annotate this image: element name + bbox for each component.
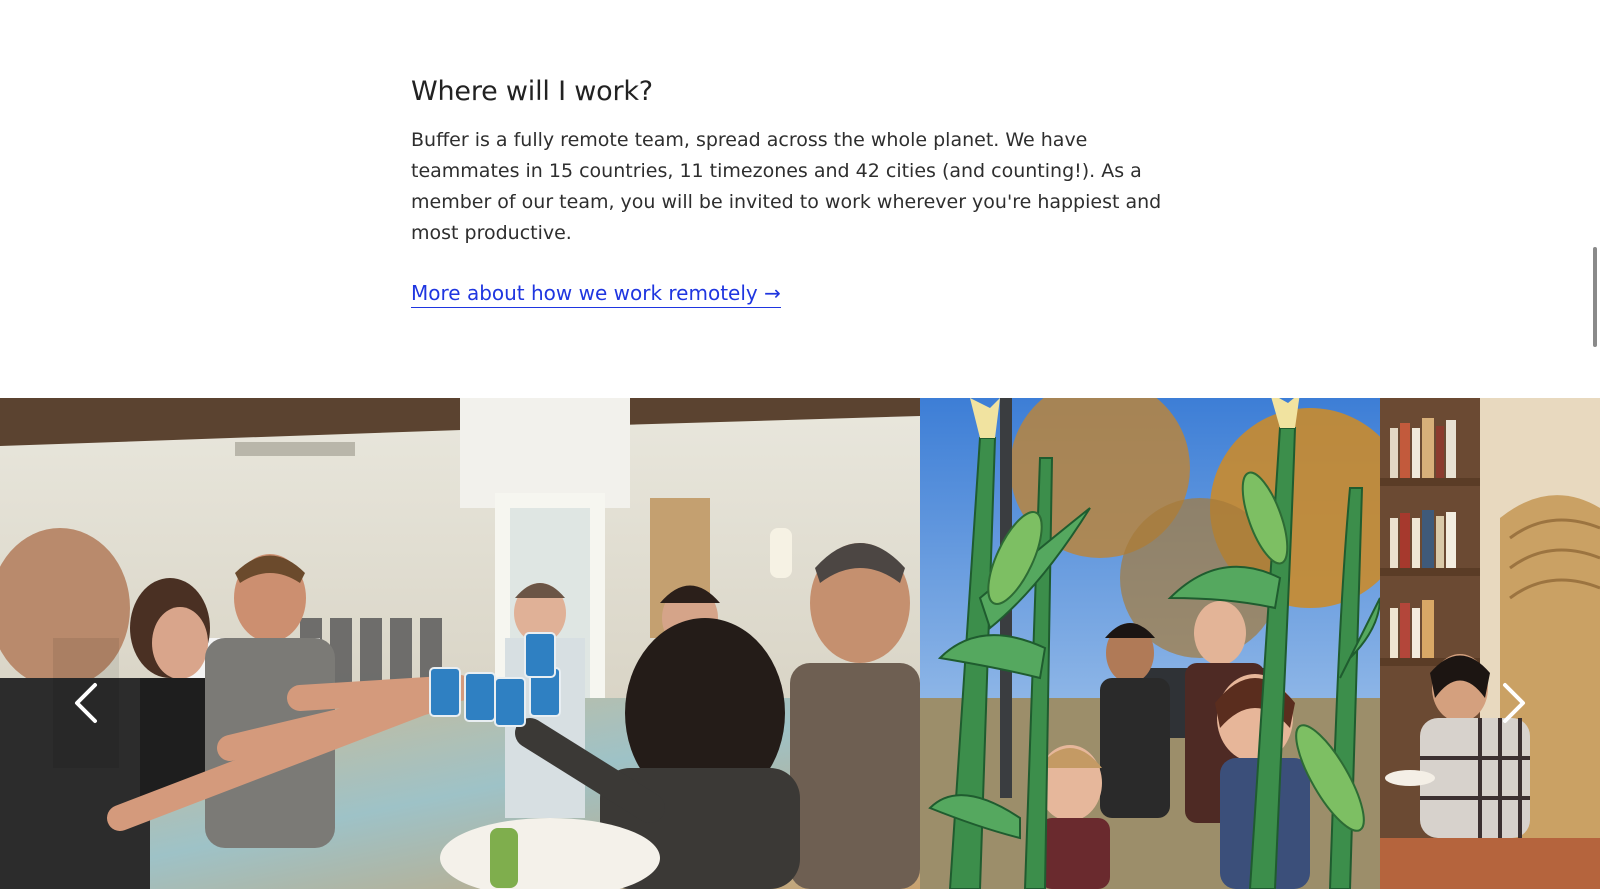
scrollbar-thumb[interactable]	[1593, 247, 1597, 347]
carousel-prev-button[interactable]	[53, 638, 119, 768]
team-toast-photo	[0, 398, 920, 889]
chevron-right-icon	[1503, 683, 1525, 723]
photo-carousel	[0, 398, 1600, 889]
section-paragraph: Buffer is a fully remote team, spread ac…	[411, 129, 1162, 244]
carousel-next-button[interactable]	[1481, 638, 1547, 768]
remote-work-link[interactable]: More about how we work remotely →	[411, 279, 781, 308]
chevron-left-icon	[75, 683, 97, 723]
team-corn-sculpture-photo	[920, 398, 1380, 889]
section-heading: Where will I work?	[411, 76, 653, 107]
content-column: Where will I work? Buffer is a fully rem…	[411, 72, 1201, 308]
